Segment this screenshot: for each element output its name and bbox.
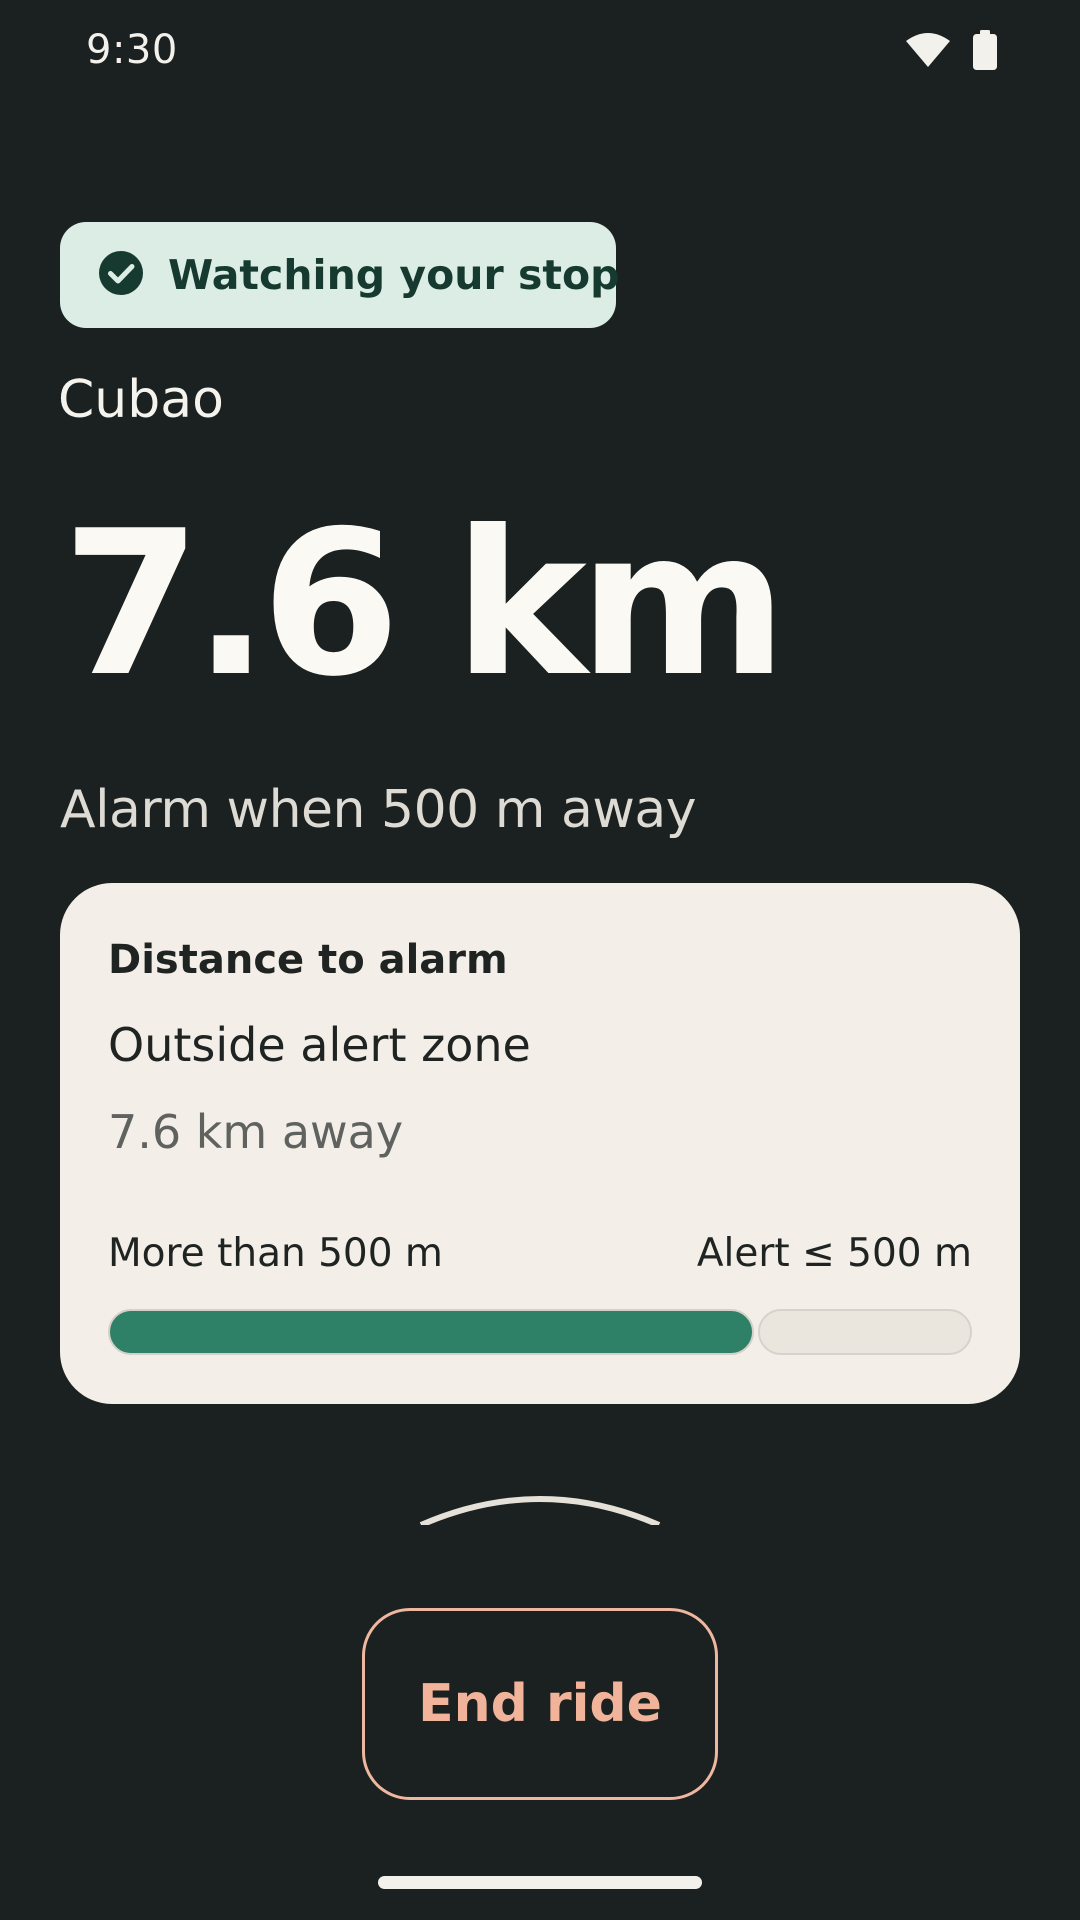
card-title: Distance to alarm (108, 937, 508, 983)
watching-chip: Watching your stop (60, 222, 620, 328)
app-screen: 9:30 Watching your stop Cubao 7.6 km Ala… (0, 0, 1080, 1920)
distance-value: 7.6 km (62, 488, 787, 721)
stop-name: Cubao (58, 370, 224, 430)
range-label-right: Alert ≤ 500 m (696, 1231, 972, 1276)
wifi-icon (904, 31, 952, 73)
progress-bar-remaining (758, 1309, 972, 1355)
battery-icon (972, 30, 998, 74)
distance-card: Distance to alarm Outside alert zone 7.6… (60, 883, 1020, 1404)
distance-away-text: 7.6 km away (108, 1105, 404, 1159)
progress-bar-fill (108, 1309, 754, 1355)
alarm-threshold-text: Alarm when 500 m away (60, 780, 697, 840)
status-icons (904, 30, 998, 74)
status-time: 9:30 (86, 27, 178, 73)
check-circle-icon (98, 250, 144, 300)
watching-label: Watching your stop (168, 251, 620, 299)
end-ride-button[interactable]: End ride (362, 1608, 718, 1800)
home-indicator[interactable] (378, 1876, 702, 1889)
end-ride-label: End ride (418, 1674, 662, 1734)
arc-indicator (415, 1485, 665, 1529)
alert-zone-status: Outside alert zone (108, 1018, 531, 1072)
range-label-left: More than 500 m (108, 1231, 443, 1276)
